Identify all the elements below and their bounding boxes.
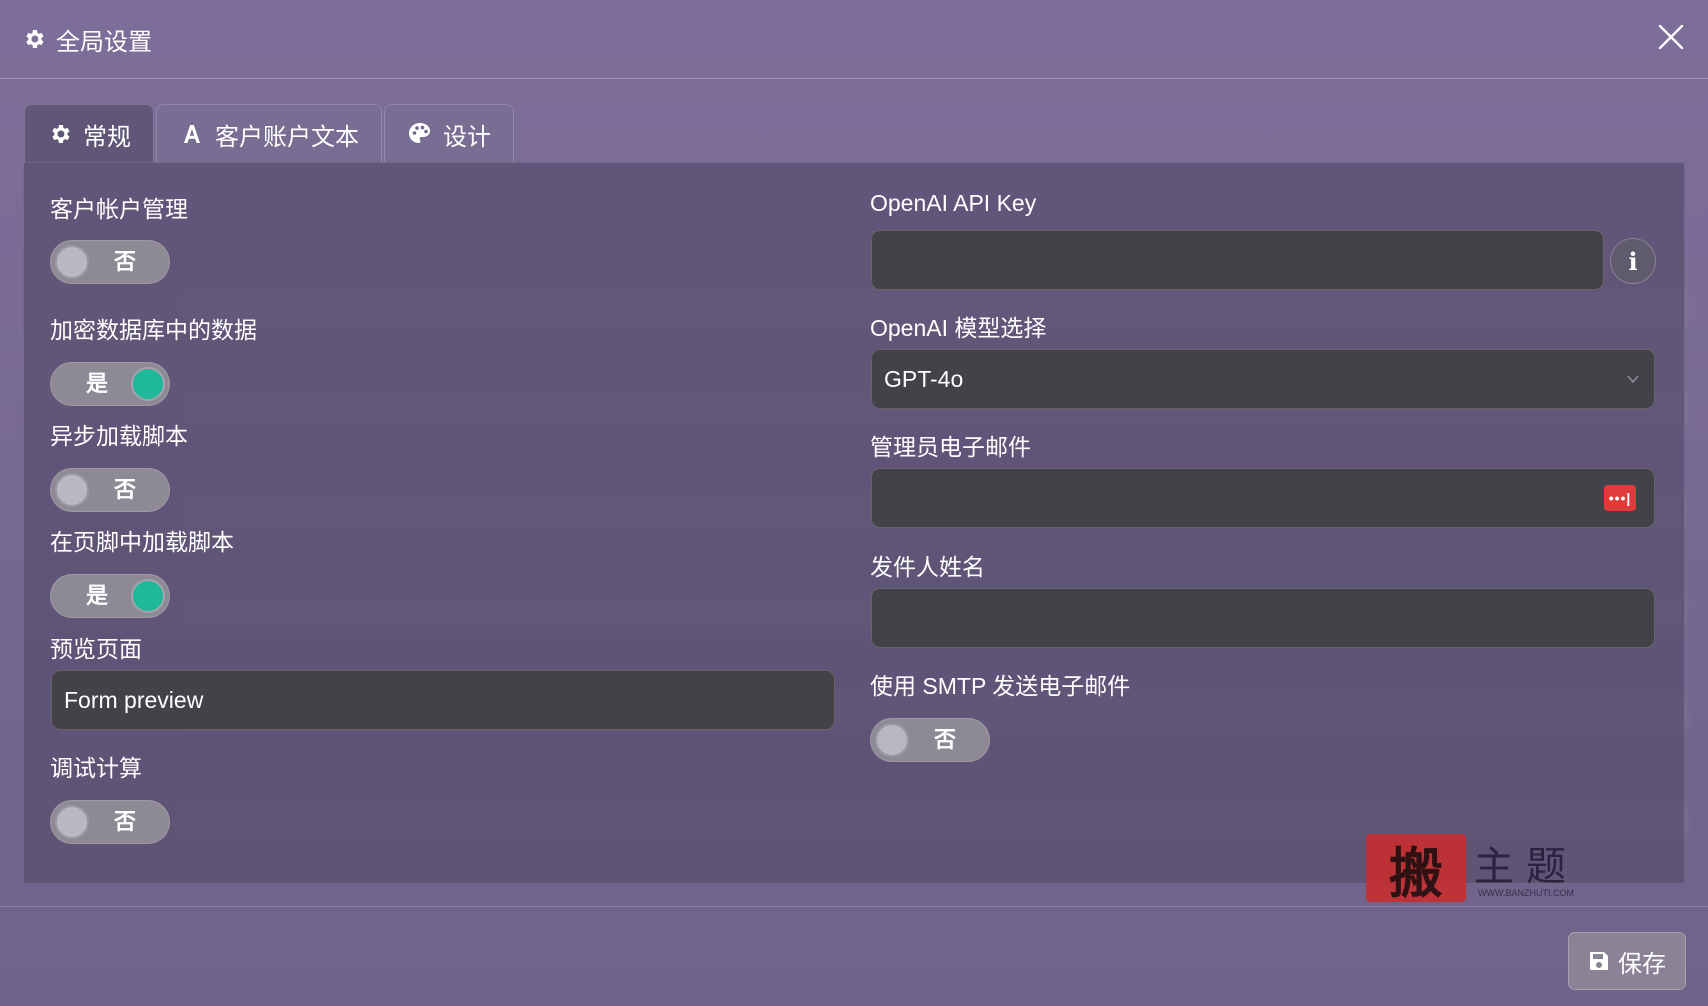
toggle-knob <box>875 723 909 757</box>
close-icon[interactable] <box>1654 20 1688 54</box>
tab-design[interactable]: 设计 <box>384 104 514 163</box>
debug-calc-toggle[interactable]: 否 <box>50 800 170 844</box>
font-icon <box>179 121 205 147</box>
api-key-input[interactable] <box>871 230 1604 290</box>
smtp-toggle[interactable]: 否 <box>870 718 990 762</box>
toggle-text: 是 <box>86 583 109 608</box>
tab-bar: 常规 客户账户文本 设计 <box>24 104 516 163</box>
toggle-knob <box>131 367 165 401</box>
tab-label: 设计 <box>443 123 491 151</box>
info-icon[interactable]: i <box>1610 238 1656 284</box>
watermark-logo: 搬 主题 WWW.BANZHUTI.COM <box>1366 834 1592 905</box>
preview-page-label: 预览页面 <box>50 636 142 662</box>
toggle-knob <box>131 579 165 613</box>
gear-icon <box>47 121 73 147</box>
toggle-knob <box>55 805 89 839</box>
async-scripts-label: 异步加载脚本 <box>50 423 188 449</box>
watermark-text: 主题 <box>1474 844 1578 890</box>
palette-icon <box>407 121 433 147</box>
password-manager-icon[interactable]: •••| <box>1604 485 1636 511</box>
toggle-text: 否 <box>934 727 957 752</box>
async-scripts-toggle[interactable]: 否 <box>50 468 170 512</box>
toggle-text: 否 <box>114 477 137 502</box>
save-button[interactable]: 保存 <box>1568 932 1686 990</box>
tab-customer-account-text[interactable]: 客户账户文本 <box>156 104 382 163</box>
footer-scripts-toggle[interactable]: 是 <box>50 574 170 618</box>
toggle-knob <box>55 473 89 507</box>
tab-label: 常规 <box>83 123 131 151</box>
customer-account-mgmt-label: 客户帐户管理 <box>50 196 188 222</box>
dialog-title: 全局设置 <box>56 28 152 56</box>
toggle-text: 否 <box>114 249 137 274</box>
preview-page-value: Form preview <box>64 686 204 713</box>
admin-email-input[interactable]: •••| <box>871 468 1655 528</box>
customer-account-mgmt-toggle[interactable]: 否 <box>50 240 170 284</box>
save-label: 保存 <box>1618 950 1666 978</box>
toggle-text: 否 <box>114 809 137 834</box>
debug-calc-label: 调试计算 <box>50 755 142 781</box>
admin-email-label: 管理员电子邮件 <box>870 434 1031 460</box>
encrypt-db-toggle[interactable]: 是 <box>50 362 170 406</box>
tab-general[interactable]: 常规 <box>24 104 154 163</box>
encrypt-db-label: 加密数据库中的数据 <box>50 317 257 343</box>
gear-icon <box>22 27 46 51</box>
preview-page-input[interactable]: Form preview <box>51 670 835 730</box>
footer-scripts-label: 在页脚中加载脚本 <box>50 529 234 555</box>
tab-label: 客户账户文本 <box>215 123 359 151</box>
sender-name-label: 发件人姓名 <box>870 554 985 580</box>
model-label: OpenAI 模型选择 <box>870 315 1047 341</box>
api-key-label: OpenAI API Key <box>870 190 1037 216</box>
footer-divider <box>0 906 1708 907</box>
sender-name-input[interactable] <box>871 588 1655 648</box>
chevron-down-icon <box>1627 375 1639 384</box>
save-icon <box>1588 950 1610 972</box>
smtp-label: 使用 SMTP 发送电子邮件 <box>870 673 1131 699</box>
model-value: GPT-4o <box>884 365 964 392</box>
watermark-seal: 搬 <box>1366 834 1466 905</box>
watermark-url: WWW.BANZHUTI.COM <box>1478 888 1574 898</box>
toggle-knob <box>55 245 89 279</box>
dialog-header: 全局设置 <box>0 0 1708 79</box>
model-select[interactable]: GPT-4o <box>871 349 1655 409</box>
toggle-text: 是 <box>86 371 109 396</box>
